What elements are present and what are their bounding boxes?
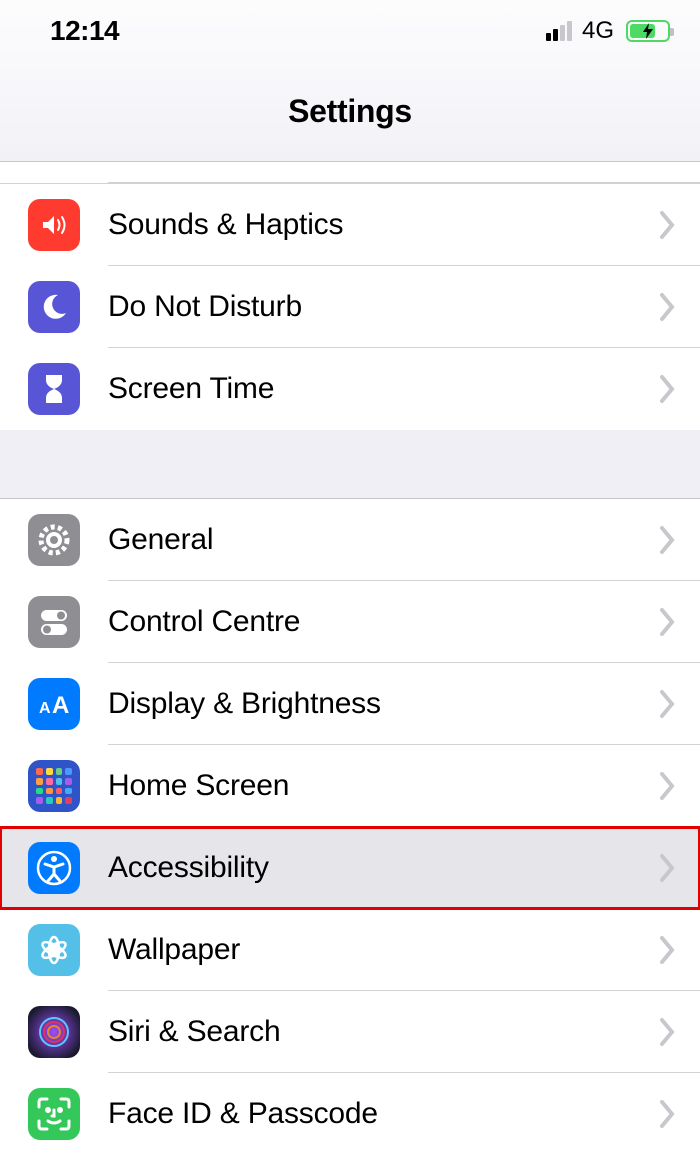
settings-item-dnd[interactable]: Do Not Disturb (0, 266, 700, 348)
row-label: Face ID & Passcode (108, 1097, 660, 1131)
accessibility-icon (28, 842, 80, 894)
chevron-right-icon (660, 854, 676, 882)
svg-text:A: A (39, 700, 51, 717)
moon-icon (28, 281, 80, 333)
chevron-right-icon (660, 1018, 676, 1046)
row-label: Accessibility (108, 851, 660, 885)
network-type: 4G (582, 17, 614, 45)
settings-section-1: Sounds & Haptics Do Not Disturb Screen T… (0, 162, 700, 430)
cellular-signal-icon (546, 21, 572, 41)
grid-icon (28, 760, 80, 812)
siri-icon (28, 1006, 80, 1058)
sounds-icon (28, 199, 80, 251)
battery-icon (626, 20, 670, 42)
settings-section-2: General Control Centre A A Display & Bri (0, 498, 700, 1155)
chevron-right-icon (660, 526, 676, 554)
row-label: Siri & Search (108, 1015, 660, 1049)
face-icon (28, 1088, 80, 1140)
status-indicators: 4G (546, 17, 670, 45)
row-label: Sounds & Haptics (108, 208, 660, 242)
chevron-right-icon (660, 375, 676, 403)
text-size-icon: A A (28, 678, 80, 730)
row-label: Display & Brightness (108, 687, 660, 721)
settings-item-control-centre[interactable]: Control Centre (0, 581, 700, 663)
settings-item-faceid[interactable]: Face ID & Passcode (0, 1073, 700, 1155)
svg-text:A: A (52, 692, 69, 719)
settings-item-display[interactable]: A A Display & Brightness (0, 663, 700, 745)
navigation-header: Settings (0, 62, 700, 162)
row-label: Screen Time (108, 372, 660, 406)
status-bar: 12:14 4G (0, 0, 700, 62)
row-label: Control Centre (108, 605, 660, 639)
chevron-right-icon (660, 608, 676, 636)
toggle-icon (28, 596, 80, 648)
row-label: Do Not Disturb (108, 290, 660, 324)
chevron-right-icon (660, 1100, 676, 1128)
settings-item-home-screen[interactable]: Home Screen (0, 745, 700, 827)
chevron-right-icon (660, 772, 676, 800)
settings-item-general[interactable]: General (0, 499, 700, 581)
page-title: Settings (288, 93, 412, 130)
chevron-right-icon (660, 293, 676, 321)
chevron-right-icon (660, 211, 676, 239)
row-label: Home Screen (108, 769, 660, 803)
partial-row (0, 162, 700, 184)
gear-icon (28, 514, 80, 566)
chevron-right-icon (660, 690, 676, 718)
hourglass-icon (28, 363, 80, 415)
chevron-right-icon (660, 936, 676, 964)
row-label: Wallpaper (108, 933, 660, 967)
settings-item-siri[interactable]: Siri & Search (0, 991, 700, 1073)
settings-item-sounds[interactable]: Sounds & Haptics (0, 184, 700, 266)
status-time: 12:14 (50, 15, 119, 47)
settings-item-screentime[interactable]: Screen Time (0, 348, 700, 430)
settings-item-wallpaper[interactable]: Wallpaper (0, 909, 700, 991)
flower-icon (28, 924, 80, 976)
settings-item-accessibility[interactable]: Accessibility (0, 827, 700, 909)
row-label: General (108, 523, 660, 557)
section-separator (0, 430, 700, 498)
